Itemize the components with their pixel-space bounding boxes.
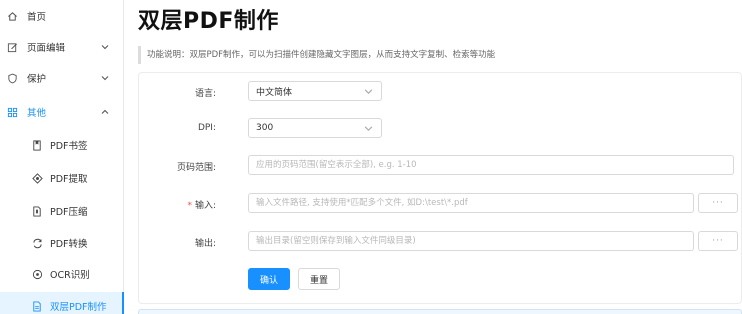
dpi-select[interactable]: 300 <box>248 118 382 138</box>
sidebar-item-label: OCR识别 <box>50 270 90 281</box>
grid-icon <box>5 105 19 119</box>
output-label: 输出: <box>194 239 216 249</box>
confirm-button[interactable]: 确认 <box>248 268 290 290</box>
info-panel <box>138 309 742 314</box>
sidebar-item-page-edit[interactable]: 页面编辑 <box>0 33 124 61</box>
page-title: 双层PDF制作 <box>138 9 279 34</box>
output-browse-button[interactable]: ··· <box>698 231 738 251</box>
sidebar-item-pdf-extract[interactable]: PDF提取 <box>0 164 124 192</box>
extract-icon <box>30 171 44 185</box>
language-select-value: 中文简体 <box>256 87 293 98</box>
chevron-up-icon <box>100 107 110 117</box>
page-range-input[interactable] <box>248 155 734 175</box>
sidebar-item-pdf-compress[interactable]: PDF压缩 <box>0 197 124 225</box>
sidebar-item-label: PDF书签 <box>50 141 88 152</box>
sidebar-item-label: 双层PDF制作 <box>50 302 107 313</box>
sidebar-item-protect[interactable]: 保护 <box>0 64 124 92</box>
sidebar-item-label: 其他 <box>27 108 47 119</box>
compress-icon <box>30 204 44 218</box>
sidebar-item-label: 页面编辑 <box>27 43 66 54</box>
chevron-down-icon <box>364 87 373 96</box>
shield-icon <box>5 71 19 85</box>
sidebar-item-pdf-convert[interactable]: PDF转换 <box>0 229 124 257</box>
document-icon <box>30 299 44 313</box>
page-range-label: 页码范围: <box>176 163 216 173</box>
dpi-label: DPI: <box>197 123 216 133</box>
required-mark: * <box>187 201 192 211</box>
dpi-select-value: 300 <box>256 123 274 133</box>
sidebar: 首页 页面编辑 保护 其他 PDF书签 PDF提取 PDF压缩 PDF转换 OC… <box>0 0 124 314</box>
chevron-down-icon <box>364 124 373 133</box>
home-icon <box>5 9 19 23</box>
sidebar-item-pdf-bookmark[interactable]: PDF书签 <box>0 131 124 159</box>
reset-button[interactable]: 重置 <box>298 268 340 290</box>
edit-icon <box>5 40 19 54</box>
input-label-text: 输入: <box>194 201 216 211</box>
input-browse-button[interactable]: ··· <box>698 193 738 213</box>
sidebar-item-ocr[interactable]: OCR识别 <box>0 260 124 288</box>
sidebar-item-home[interactable]: 首页 <box>0 2 124 30</box>
sidebar-item-label: PDF压缩 <box>50 207 88 218</box>
chevron-down-icon <box>100 42 110 52</box>
bookmark-icon <box>30 138 44 152</box>
ocr-icon <box>30 267 44 281</box>
sidebar-item-label: 保护 <box>27 74 47 85</box>
input-label: * 输入: <box>126 198 216 211</box>
sidebar-item-other[interactable]: 其他 <box>0 98 124 126</box>
sidebar-item-label: PDF提取 <box>50 174 88 185</box>
language-label: 语言: <box>194 89 216 99</box>
language-select[interactable]: 中文简体 <box>248 81 382 101</box>
convert-icon <box>30 236 44 250</box>
input-path-field[interactable] <box>248 193 694 213</box>
sidebar-item-label: PDF转换 <box>50 239 88 250</box>
form-card <box>138 72 742 304</box>
chevron-down-icon <box>100 73 110 83</box>
sidebar-item-double-layer-pdf[interactable]: 双层PDF制作 <box>0 292 124 314</box>
sidebar-item-label: 首页 <box>27 12 47 23</box>
output-path-field[interactable] <box>248 231 694 251</box>
feature-description: 功能说明：双层PDF制作，可以为扫描件创建隐藏文字图层，从而支持文字复制、检索等… <box>138 46 738 64</box>
